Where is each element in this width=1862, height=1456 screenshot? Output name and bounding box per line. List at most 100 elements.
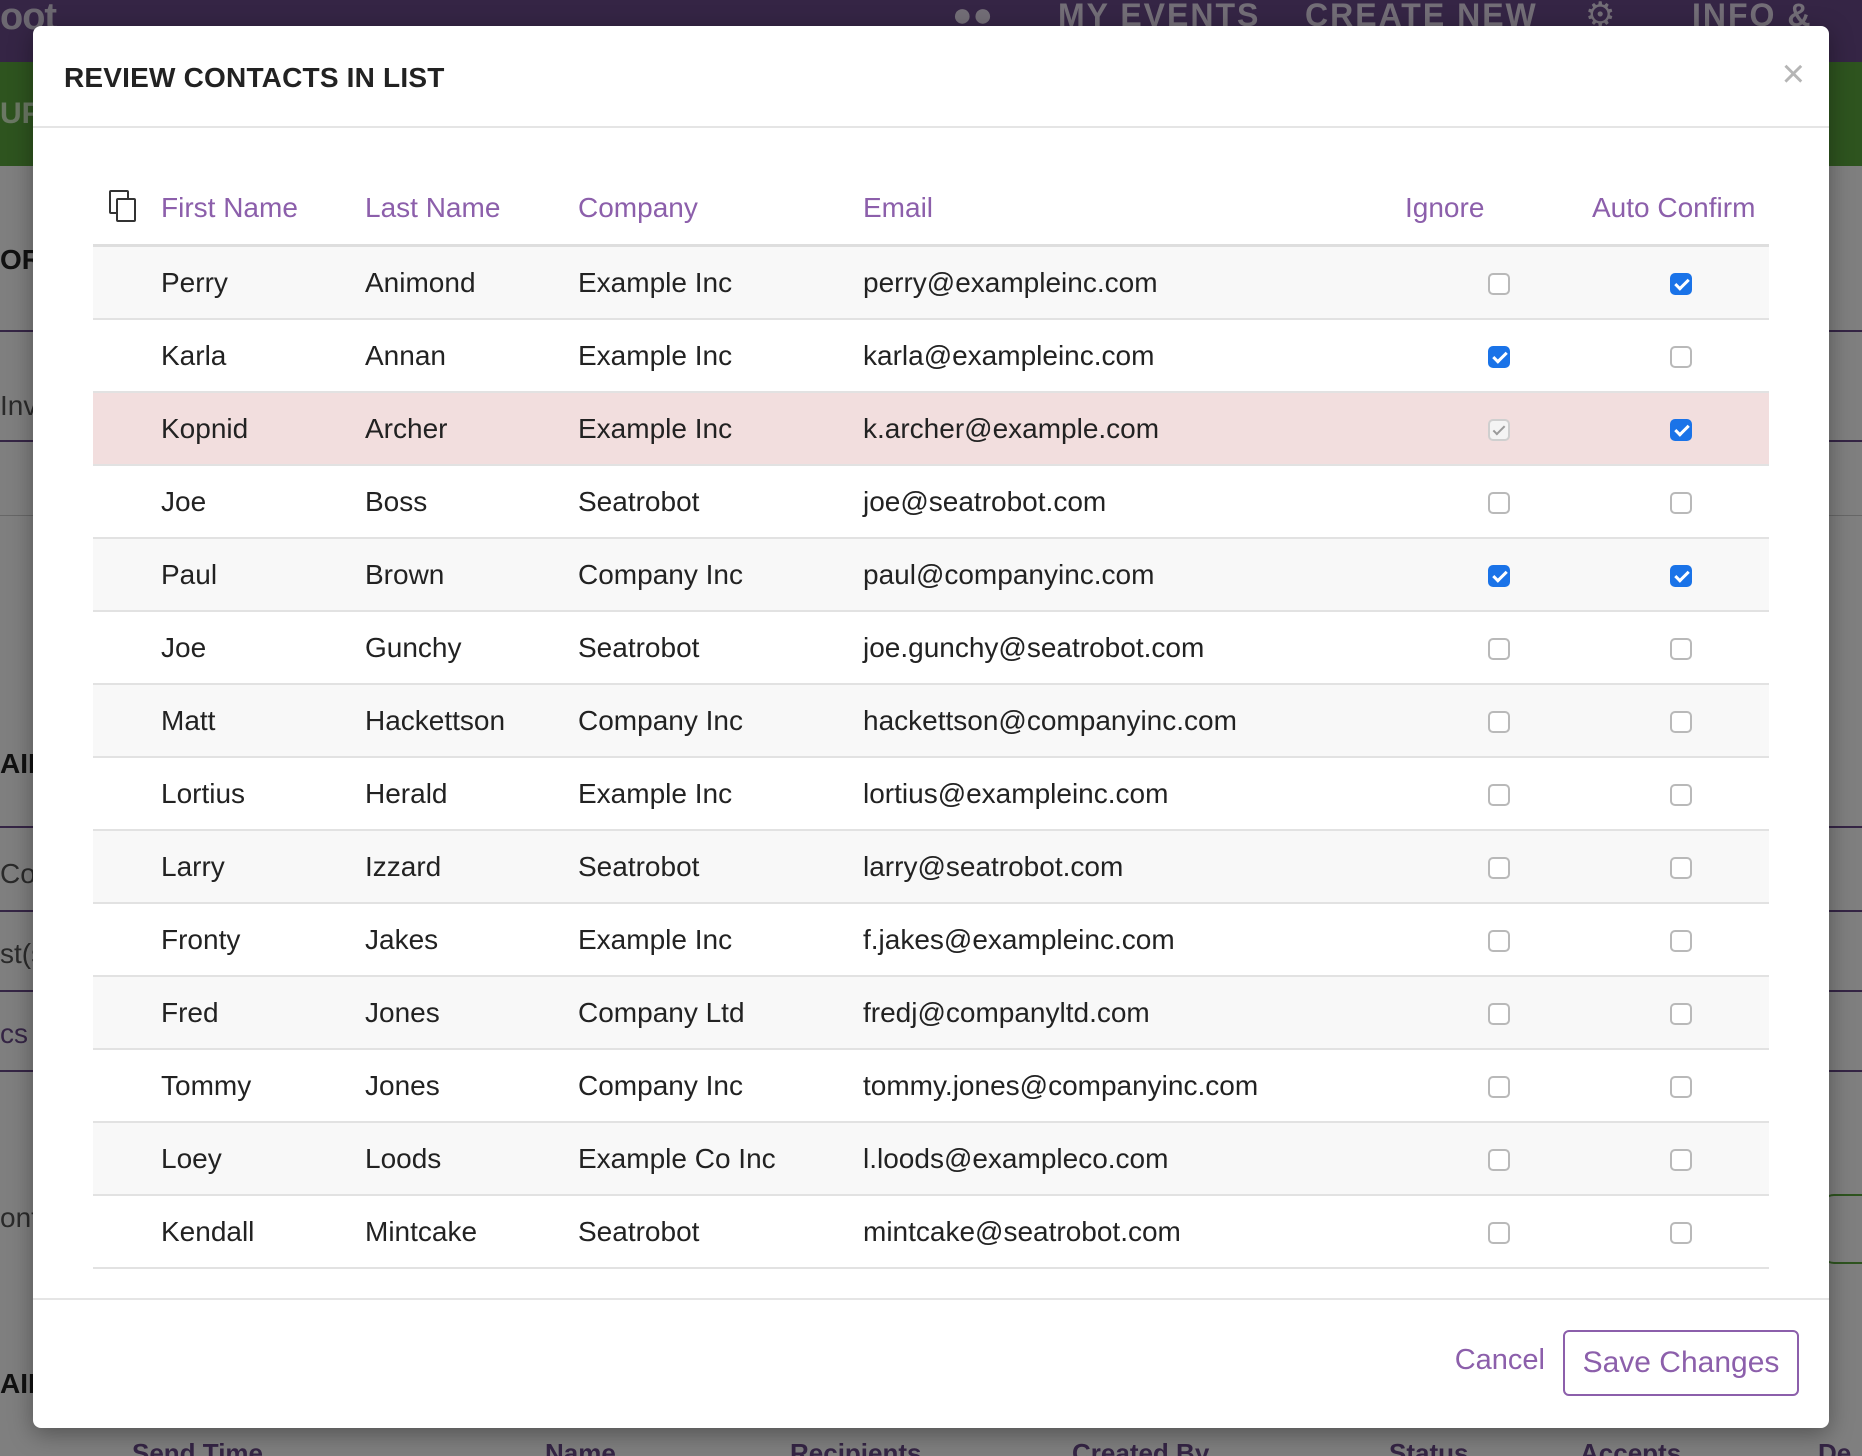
cell-email: larry@seatrobot.com — [863, 830, 1405, 904]
table-row: Joe Boss Seatrobot joe@seatrobot.com — [93, 465, 1769, 539]
row-spacer — [93, 757, 161, 831]
auto-confirm-checkbox[interactable] — [1669, 711, 1692, 734]
cell-ignore — [1405, 392, 1592, 466]
cell-ignore — [1405, 319, 1592, 393]
ignore-checkbox[interactable] — [1487, 930, 1510, 953]
close-icon[interactable]: × — [1782, 54, 1805, 94]
cell-first-name: Lortius — [161, 757, 365, 831]
cell-auto-confirm — [1592, 903, 1769, 977]
modal-body: First Name Last Name Company Email Ignor… — [93, 172, 1769, 1269]
ignore-checkbox[interactable] — [1487, 1003, 1510, 1026]
contacts-table-body: Perry Animond Example Inc perry@exampleinc.… — [93, 245, 1769, 1269]
col-last-name[interactable]: Last Name — [365, 172, 578, 247]
auto-confirm-checkbox[interactable] — [1669, 638, 1692, 661]
cell-auto-confirm — [1592, 392, 1769, 466]
col-first-name[interactable]: First Name — [161, 172, 365, 247]
cell-email: k.archer@example.com — [863, 392, 1405, 466]
auto-confirm-checkbox[interactable] — [1669, 492, 1692, 515]
cell-ignore — [1405, 1195, 1592, 1269]
auto-confirm-checkbox[interactable] — [1669, 565, 1692, 588]
ignore-checkbox[interactable] — [1487, 784, 1510, 807]
cell-first-name: Tommy — [161, 1049, 365, 1123]
auto-confirm-checkbox[interactable] — [1669, 1076, 1692, 1099]
cell-ignore — [1405, 684, 1592, 758]
cell-first-name: Matt — [161, 684, 365, 758]
cell-first-name: Kendall — [161, 1195, 365, 1269]
cell-first-name: Larry — [161, 830, 365, 904]
cell-company: Example Inc — [578, 392, 863, 466]
ignore-checkbox[interactable] — [1487, 1149, 1510, 1172]
save-changes-button[interactable]: Save Changes — [1563, 1330, 1799, 1396]
ignore-checkbox[interactable] — [1487, 565, 1510, 588]
cell-last-name: Herald — [365, 757, 578, 831]
cell-auto-confirm — [1592, 538, 1769, 612]
row-spacer — [93, 903, 161, 977]
cell-last-name: Loods — [365, 1122, 578, 1196]
cell-company: Example Inc — [578, 245, 863, 320]
review-contacts-modal: REVIEW CONTACTS IN LIST × First Name Las… — [33, 26, 1829, 1428]
cell-auto-confirm — [1592, 976, 1769, 1050]
cell-email: f.jakes@exampleinc.com — [863, 903, 1405, 977]
ignore-checkbox[interactable] — [1487, 1222, 1510, 1245]
table-row: Larry Izzard Seatrobot larry@seatrobot.com — [93, 830, 1769, 904]
cell-company: Seatrobot — [578, 1195, 863, 1269]
row-spacer — [93, 976, 161, 1050]
cell-first-name: Paul — [161, 538, 365, 612]
table-row: Paul Brown Company Inc paul@companyinc.com — [93, 538, 1769, 612]
row-spacer — [93, 830, 161, 904]
auto-confirm-checkbox[interactable] — [1669, 1222, 1692, 1245]
row-spacer — [93, 392, 161, 466]
cell-ignore — [1405, 976, 1592, 1050]
table-row: Loey Loods Example Co Inc l.loods@exampleco… — [93, 1122, 1769, 1196]
table-row: Karla Annan Example Inc karla@exampleinc.co… — [93, 319, 1769, 393]
cell-company: Company Inc — [578, 1049, 863, 1123]
cell-email: paul@companyinc.com — [863, 538, 1405, 612]
row-spacer — [93, 538, 161, 612]
auto-confirm-checkbox[interactable] — [1669, 930, 1692, 953]
ignore-checkbox[interactable] — [1487, 273, 1510, 296]
table-row: Matt Hackettson Company Inc hackettson@comp… — [93, 684, 1769, 758]
cell-auto-confirm — [1592, 1195, 1769, 1269]
cancel-button[interactable]: Cancel — [1455, 1344, 1545, 1377]
col-company[interactable]: Company — [578, 172, 863, 247]
cell-ignore — [1405, 903, 1592, 977]
ignore-checkbox[interactable] — [1487, 638, 1510, 661]
cell-last-name: Jones — [365, 976, 578, 1050]
col-auto-confirm[interactable]: Auto Confirm — [1592, 172, 1769, 247]
cell-last-name: Hackettson — [365, 684, 578, 758]
ignore-checkbox[interactable] — [1487, 492, 1510, 515]
auto-confirm-checkbox[interactable] — [1669, 346, 1692, 369]
cell-auto-confirm — [1592, 757, 1769, 831]
cell-email: joe@seatrobot.com — [863, 465, 1405, 539]
auto-confirm-checkbox[interactable] — [1669, 1149, 1692, 1172]
cell-company: Seatrobot — [578, 830, 863, 904]
cell-email: perry@exampleinc.com — [863, 245, 1405, 320]
cell-ignore — [1405, 465, 1592, 539]
auto-confirm-checkbox[interactable] — [1669, 784, 1692, 807]
ignore-checkbox[interactable] — [1487, 346, 1510, 369]
cell-auto-confirm — [1592, 1122, 1769, 1196]
cell-email: tommy.jones@companyinc.com — [863, 1049, 1405, 1123]
ignore-checkbox[interactable] — [1487, 711, 1510, 734]
cell-company: Company Inc — [578, 538, 863, 612]
cell-company: Company Ltd — [578, 976, 863, 1050]
cell-first-name: Fred — [161, 976, 365, 1050]
modal-title: REVIEW CONTACTS IN LIST — [64, 62, 445, 93]
row-spacer — [93, 319, 161, 393]
auto-confirm-checkbox[interactable] — [1669, 419, 1692, 442]
col-email[interactable]: Email — [863, 172, 1405, 247]
col-ignore[interactable]: Ignore — [1405, 172, 1592, 247]
ignore-checkbox[interactable] — [1487, 1076, 1510, 1099]
cell-auto-confirm — [1592, 319, 1769, 393]
copy-column-header[interactable] — [93, 172, 161, 247]
row-spacer — [93, 245, 161, 320]
cell-email: l.loods@exampleco.com — [863, 1122, 1405, 1196]
ignore-checkbox[interactable] — [1487, 857, 1510, 880]
table-row: Tommy Jones Company Inc tommy.jones@company… — [93, 1049, 1769, 1123]
auto-confirm-checkbox[interactable] — [1669, 857, 1692, 880]
auto-confirm-checkbox[interactable] — [1669, 273, 1692, 296]
copy-icon[interactable] — [109, 189, 136, 222]
auto-confirm-checkbox[interactable] — [1669, 1003, 1692, 1026]
cell-first-name: Joe — [161, 465, 365, 539]
cell-company: Seatrobot — [578, 465, 863, 539]
